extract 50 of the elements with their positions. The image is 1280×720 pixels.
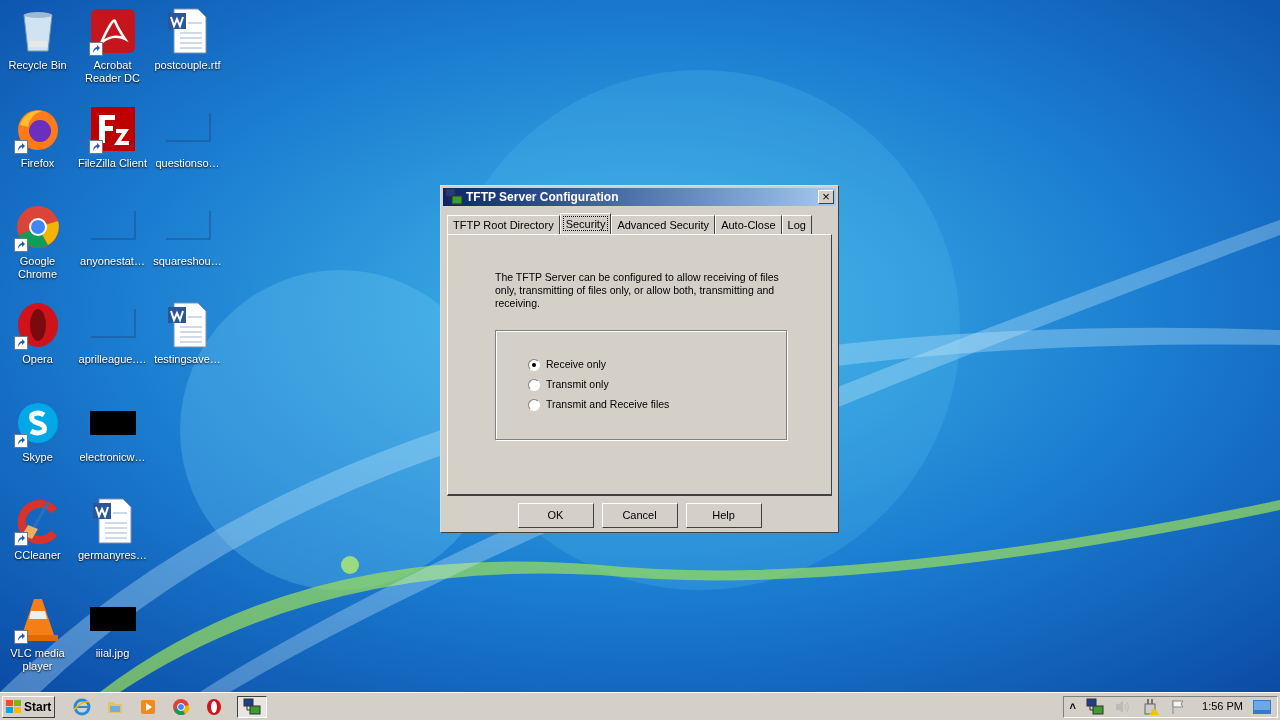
dialog-button[interactable]: Cancel bbox=[601, 503, 678, 528]
tab[interactable]: Log bbox=[781, 215, 812, 234]
network-icon[interactable] bbox=[1086, 697, 1105, 716]
dialog-button[interactable]: OK bbox=[517, 503, 594, 528]
windows-logo-icon bbox=[6, 699, 22, 714]
opera-icon[interactable] bbox=[205, 697, 224, 716]
window-title: TFTP Server Configuration bbox=[466, 189, 620, 206]
desktop-icon-label[interactable]: Firefox bbox=[0, 157, 75, 170]
dialog-button[interactable]: Help bbox=[685, 503, 762, 528]
desktop-icon-label[interactable]: Acrobat Reader DC bbox=[75, 59, 150, 85]
desktop-icon-label[interactable]: Recycle Bin bbox=[0, 59, 75, 72]
media-player-icon[interactable] bbox=[139, 697, 158, 716]
desktop-icon-label[interactable]: aprilleague.… bbox=[75, 353, 150, 366]
power-warning-icon[interactable] bbox=[1142, 697, 1161, 716]
flag-icon[interactable] bbox=[1170, 698, 1187, 715]
radio-button[interactable] bbox=[528, 399, 540, 411]
tray-chevron[interactable]: ˄ bbox=[1069, 698, 1077, 715]
start-button[interactable]: Start bbox=[2, 695, 56, 718]
tab[interactable]: Security bbox=[559, 213, 612, 234]
desktop-icon-label[interactable]: VLC media player bbox=[0, 647, 75, 673]
desktop-icon-label[interactable]: anyonestat… bbox=[75, 255, 150, 268]
desktop-icon-label[interactable]: Google Chrome bbox=[0, 255, 75, 281]
radio-option[interactable]: Transmit and Receive files bbox=[528, 398, 786, 412]
network-icon bbox=[445, 188, 463, 206]
tab[interactable]: TFTP Root Directory bbox=[447, 215, 560, 234]
desktop-icon-label[interactable]: Skype bbox=[0, 451, 75, 464]
chrome-icon[interactable] bbox=[172, 697, 191, 716]
tab[interactable]: Advanced Security bbox=[611, 215, 716, 234]
network-icon bbox=[243, 697, 262, 716]
clock[interactable]: 1:56 PM bbox=[1202, 698, 1243, 715]
radio-option[interactable]: Receive only bbox=[528, 358, 786, 372]
desktop-icon-label[interactable]: germanyres… bbox=[75, 549, 150, 562]
desktop-icon-label[interactable]: CCleaner bbox=[0, 549, 75, 562]
tab[interactable]: Auto-Close bbox=[715, 215, 782, 234]
desktop-icon-label[interactable]: iiial.jpg bbox=[75, 647, 150, 660]
desktop-icon-label[interactable]: electronicw… bbox=[75, 451, 150, 464]
desktop-icon-label[interactable]: squareshou… bbox=[150, 255, 225, 268]
desktop-icon-label[interactable]: FileZilla Client bbox=[75, 157, 150, 170]
desktop-icon-label[interactable]: postcouple.rtf bbox=[150, 59, 225, 72]
radio-button[interactable] bbox=[528, 379, 540, 391]
browser-e-icon[interactable] bbox=[73, 697, 92, 716]
desktop-icon-label[interactable]: Opera bbox=[0, 353, 75, 366]
description-text: The TFTP Server can be configured to allow receiving of files only, transmitting of files only, or allow both, transmitting and receiving. bbox=[495, 271, 780, 310]
desktop-icon-label[interactable]: testingsave… bbox=[150, 353, 225, 366]
radio-option[interactable]: Transmit only bbox=[528, 378, 786, 392]
taskbar-window-button[interactable] bbox=[237, 695, 268, 718]
desktop-icon-label[interactable]: questionso… bbox=[150, 157, 225, 170]
show-desktop-icon[interactable] bbox=[1253, 699, 1271, 714]
close-button[interactable]: × bbox=[818, 190, 834, 204]
radio-button[interactable] bbox=[528, 359, 540, 371]
